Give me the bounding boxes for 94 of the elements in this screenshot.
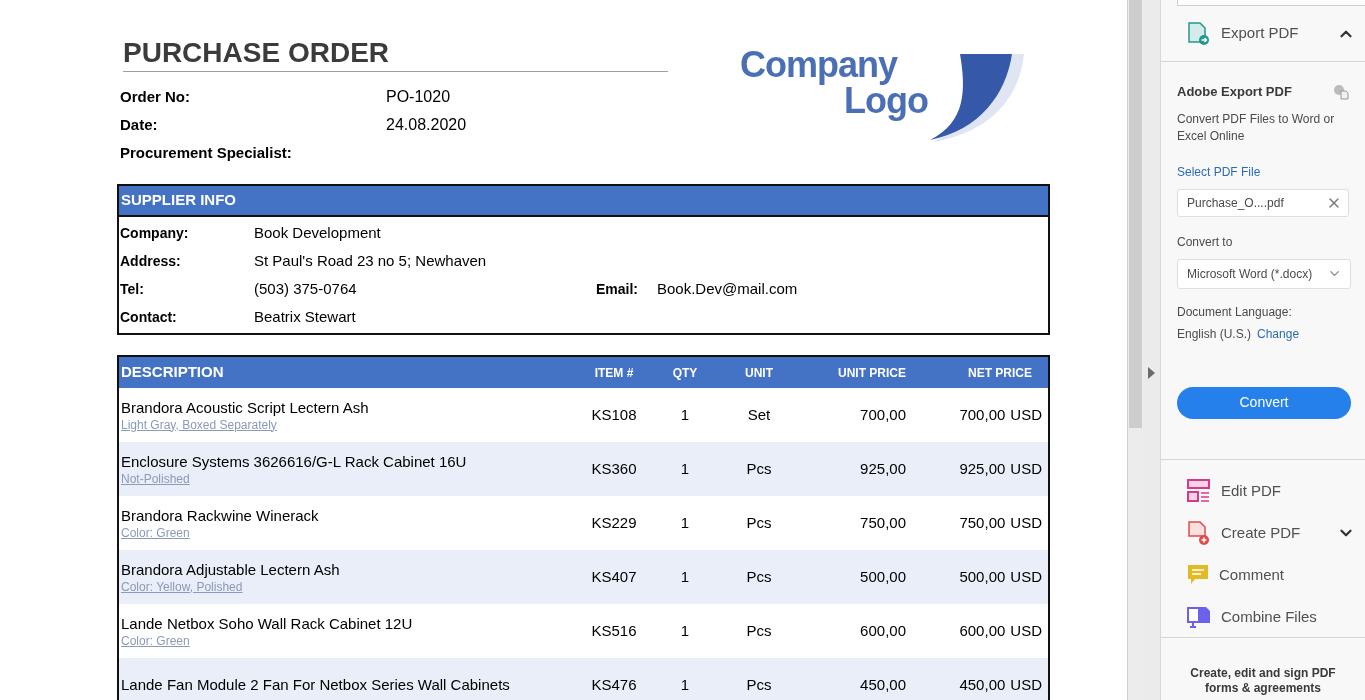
- table-cell-text: Pcs: [745, 566, 773, 587]
- table-cell-text: Pcs: [745, 458, 773, 479]
- table-cell-text: Pcs: [745, 620, 773, 641]
- company-logo: Company Logo: [738, 42, 1028, 142]
- table-cell-text: 450,00: [859, 674, 907, 695]
- convert-to-label: Convert to: [1177, 233, 1234, 251]
- promo-text: Create, edit and sign PDF forms & agreements: [1189, 666, 1337, 696]
- info-label: Tel:: [120, 279, 145, 299]
- table-cell-text: 1: [679, 620, 691, 641]
- item-description: Lande Fan Module 2 Fan For Netbox Series Wall Cabinets: [121, 675, 511, 695]
- table-cell-text: KS476: [590, 674, 638, 695]
- select-file-label: Select PDF File: [1177, 163, 1262, 181]
- document-plus-icon: [1187, 521, 1211, 545]
- table-cell-text: USD: [1010, 674, 1042, 695]
- file-field[interactable]: Purchase_O....pdf: [1177, 188, 1349, 217]
- table-cell-text: Pcs: [745, 512, 773, 533]
- table-cell-text: 700,00: [959, 404, 1006, 425]
- table-cell-text: KS360: [590, 458, 638, 479]
- language-value: English (U.S.): [1177, 325, 1252, 343]
- column-header: ITEM #: [593, 364, 635, 382]
- info-value: Beatrix Stewart: [254, 306, 357, 327]
- item-description: Enclosure Systems 3626616/G-L Rack Cabinet 16U: [121, 451, 468, 472]
- info-label: Email:: [596, 279, 639, 299]
- info-value: (503) 375-0764: [254, 278, 358, 299]
- panel-description: Convert PDF Files to Word or Excel Online: [1177, 110, 1336, 145]
- table-cell-text: 925,00: [959, 458, 1006, 479]
- document-title: PURCHASE ORDER: [123, 36, 391, 70]
- info-value: St Paul's Road 23 no 5; Newhaven: [254, 250, 488, 271]
- field-value: 24.08.2020: [386, 115, 467, 135]
- table-cell-text: Pcs: [745, 674, 773, 695]
- table-cell-text: USD: [1010, 620, 1042, 641]
- files-icon: [1187, 606, 1211, 628]
- tool-item[interactable]: Combine Files: [1161, 596, 1365, 638]
- layout-icon: [1187, 479, 1211, 503]
- table-cell-text: USD: [1010, 566, 1042, 587]
- change-link[interactable]: Change: [1257, 324, 1300, 343]
- item-note: Color: Yellow, Polished: [121, 579, 244, 595]
- table-cell-text: 750,00: [959, 512, 1006, 533]
- column-header: QTY: [671, 364, 699, 382]
- export-pdf-header[interactable]: Export PDF: [1161, 6, 1365, 62]
- language-label: Document Language:: [1177, 303, 1293, 321]
- convert-button[interactable]: Convert: [1177, 386, 1351, 419]
- table-cell-text: KS229: [590, 512, 638, 533]
- table-cell-text: 925,00: [859, 458, 907, 479]
- field-label: Procurement Specialist:: [120, 142, 293, 163]
- table-cell-text: Set: [746, 404, 772, 425]
- item-note: Color: Green: [121, 525, 191, 541]
- table-cell-text: 1: [679, 404, 691, 425]
- info-value: Book Development: [254, 222, 382, 243]
- column-header: NET PRICE: [967, 364, 1033, 382]
- table-cell-text: 450,00: [959, 674, 1006, 695]
- expand-triangle-icon[interactable]: [1148, 367, 1155, 379]
- field-label: Order No:: [120, 86, 191, 107]
- info-label: Address:: [120, 251, 182, 271]
- table-cell-text: 1: [679, 458, 691, 479]
- item-description: Brandora Adjustable Lectern Ash: [121, 559, 341, 580]
- table-cell-text: 500,00: [859, 566, 907, 587]
- format-dropdown[interactable]: Microsoft Word (*.docx): [1177, 258, 1351, 289]
- info-value: Book.Dev@mail.com: [657, 278, 798, 299]
- section-header: SUPPLIER INFO: [119, 186, 1048, 217]
- field-label: Date:: [120, 114, 159, 135]
- table-cell-text: 700,00: [859, 404, 907, 425]
- scrollbar[interactable]: [1127, 0, 1143, 700]
- speech-bubble-icon: [1187, 564, 1209, 586]
- table-cell-text: 1: [679, 566, 691, 587]
- item-description: Brandora Rackwine Winerack: [121, 505, 320, 526]
- column-header: UNIT PRICE: [837, 364, 907, 382]
- field-value: PO-1020: [386, 87, 451, 107]
- item-note: Light Gray, Boxed Separately: [121, 417, 278, 433]
- table-cell-text: KS407: [590, 566, 638, 587]
- table-cell-text: 1: [679, 512, 691, 533]
- column-header: UNIT: [744, 364, 774, 382]
- panel-heading: Adobe Export PDF: [1177, 83, 1292, 101]
- column-header: DESCRIPTION: [120, 362, 225, 383]
- item-note: Not-Polished: [121, 471, 191, 487]
- table-cell-text: KS516: [590, 620, 638, 641]
- tool-item[interactable]: Edit PDF: [1161, 470, 1365, 512]
- info-label: Company:: [120, 223, 190, 243]
- item-note: Color: Green: [121, 633, 191, 649]
- tool-item[interactable]: Create PDF: [1161, 512, 1365, 554]
- table-cell-text: 750,00: [859, 512, 907, 533]
- table-cell-text: 500,00: [959, 566, 1006, 587]
- document-arrow-icon: [1187, 21, 1211, 46]
- table-cell-text: 600,00: [859, 620, 907, 641]
- item-description: Lande Netbox Soho Wall Rack Cabinet 12U: [121, 613, 414, 634]
- table-cell-text: USD: [1010, 458, 1042, 479]
- table-cell-text: 1: [679, 674, 691, 695]
- table-cell-text: USD: [1010, 404, 1042, 425]
- info-label: Contact:: [120, 307, 178, 327]
- item-description: Brandora Acoustic Script Lectern Ash: [121, 397, 370, 418]
- table-cell-text: KS108: [590, 404, 638, 425]
- tool-item[interactable]: Comment: [1161, 554, 1365, 596]
- table-cell-text: USD: [1010, 512, 1042, 533]
- table-cell-text: 600,00: [959, 620, 1006, 641]
